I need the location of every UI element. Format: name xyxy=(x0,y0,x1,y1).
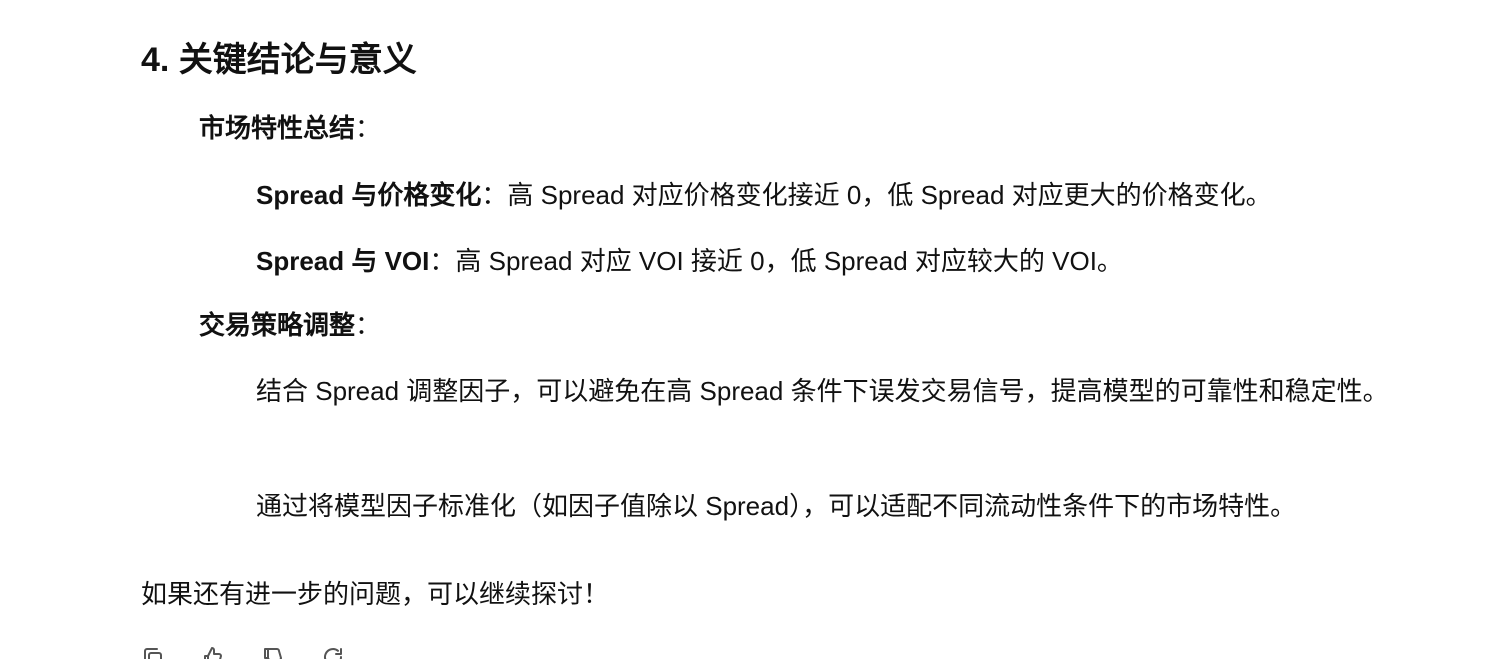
message-toolbar xyxy=(141,645,345,659)
regenerate-icon[interactable] xyxy=(321,645,345,659)
item-term: Spread 与价格变化 xyxy=(256,180,482,210)
list-item: Spread 与 VOI：高 Spread 对应 VOI 接近 0，低 Spre… xyxy=(256,236,1123,286)
item-text: 高 Spread 对应 VOI 接近 0，低 Spread 对应较大的 VOI。 xyxy=(455,246,1123,276)
market-summary-label-text: 市场特性总结 xyxy=(199,113,356,143)
item-text: 通过将模型因子标准化（如因子值除以 Spread），可以适配不同流动性条件下的市… xyxy=(256,491,1297,521)
list-item: 结合 Spread 调整因子，可以避免在高 Spread 条件下误发交易信号，提… xyxy=(256,366,1416,416)
thumbs-up-icon[interactable] xyxy=(201,645,225,659)
copy-icon[interactable] xyxy=(141,645,165,659)
section-heading: 4. 关键结论与意义 xyxy=(141,41,417,79)
label-colon: ： xyxy=(355,310,382,340)
item-separator: ： xyxy=(429,246,456,276)
list-item: Spread 与价格变化：高 Spread 对应价格变化接近 0，低 Sprea… xyxy=(256,170,1272,220)
item-term: Spread 与 VOI xyxy=(256,246,430,276)
thumbs-down-icon[interactable] xyxy=(261,645,285,659)
item-text: 结合 Spread 调整因子，可以避免在高 Spread 条件下误发交易信号，提… xyxy=(256,376,1389,406)
item-text: 高 Spread 对应价格变化接近 0，低 Spread 对应更大的价格变化。 xyxy=(507,180,1272,210)
list-item: 通过将模型因子标准化（如因子值除以 Spread），可以适配不同流动性条件下的市… xyxy=(256,481,1296,531)
label-colon: ： xyxy=(355,113,382,143)
item-separator: ： xyxy=(481,180,508,210)
market-summary-label: 市场特性总结： xyxy=(199,108,381,148)
closing-text: 如果还有进一步的问题，可以继续探讨！ xyxy=(141,579,610,609)
strategy-label: 交易策略调整： xyxy=(199,305,381,345)
strategy-label-text: 交易策略调整 xyxy=(199,310,356,340)
